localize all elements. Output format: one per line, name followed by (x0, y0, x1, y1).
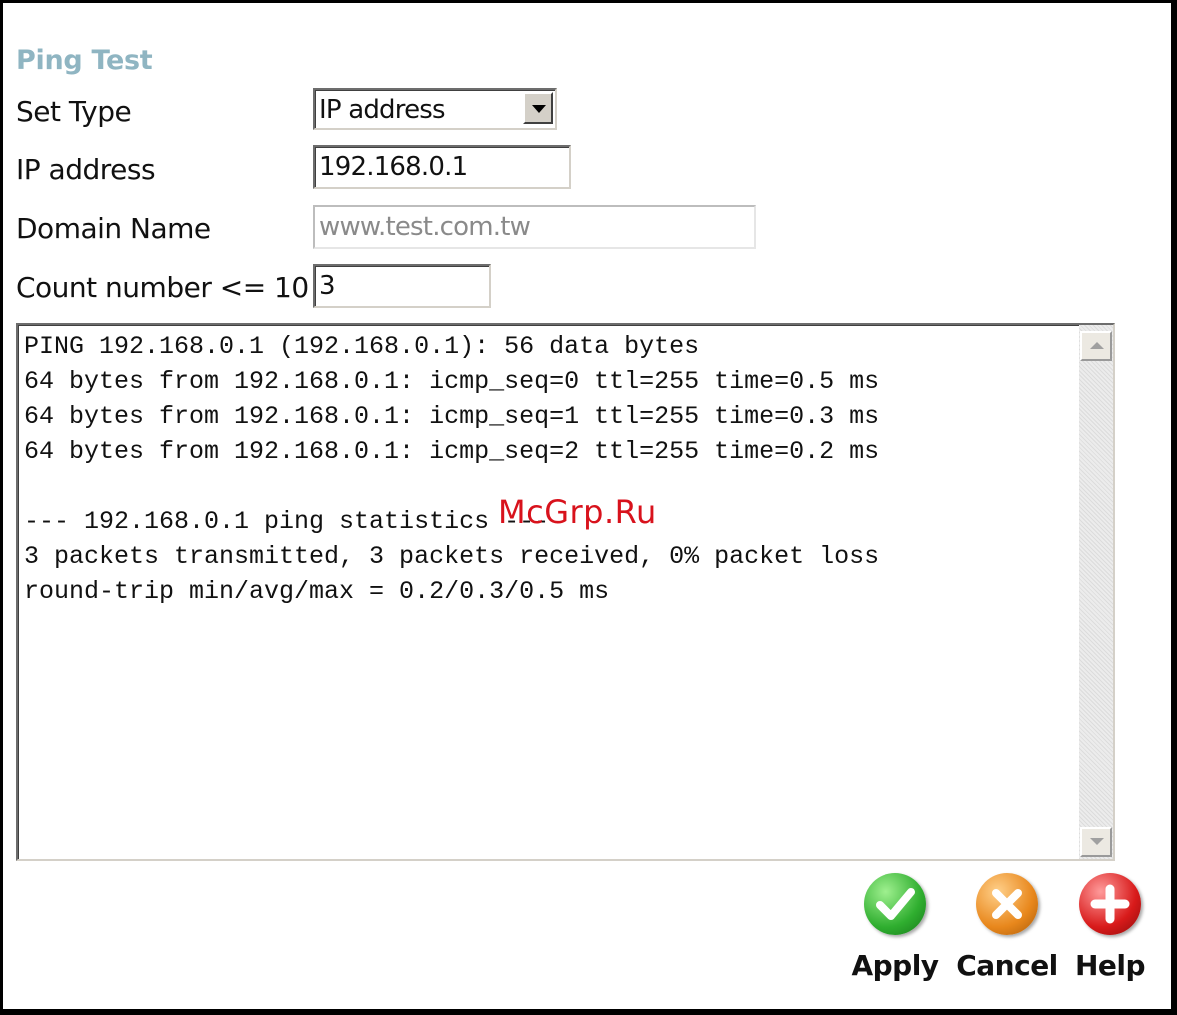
domain-name-label: Domain Name (16, 212, 211, 245)
set-type-label: Set Type (16, 95, 132, 128)
page-title: Ping Test (16, 45, 153, 76)
set-type-select[interactable]: IP address (313, 88, 557, 130)
scroll-up-icon[interactable] (1080, 331, 1112, 361)
help-button[interactable]: Help (1055, 873, 1165, 982)
ping-output-textarea[interactable]: PING 192.168.0.1 (192.168.0.1): 56 data … (16, 323, 1115, 861)
checkmark-icon[interactable] (864, 873, 926, 935)
ping-output-text: PING 192.168.0.1 (192.168.0.1): 56 data … (24, 332, 880, 606)
vertical-scrollbar[interactable] (1079, 325, 1113, 859)
dropdown-arrow-icon[interactable] (523, 92, 553, 124)
apply-label: Apply (851, 949, 939, 982)
watermark: McGrp.Ru (498, 493, 657, 531)
help-label: Help (1074, 949, 1146, 982)
cancel-label: Cancel (956, 949, 1058, 982)
ping-test-panel: Ping Test Set Type IP address IP address… (3, 3, 1171, 1009)
x-icon[interactable] (976, 873, 1038, 935)
domain-name-input[interactable]: www.test.com.tw (313, 205, 756, 249)
ip-address-input[interactable]: 192.168.0.1 (313, 145, 571, 189)
count-number-input[interactable]: 3 (313, 264, 491, 308)
cancel-button[interactable]: Cancel (952, 873, 1062, 982)
set-type-value: IP address (319, 95, 446, 125)
plus-icon[interactable] (1079, 873, 1141, 935)
apply-button[interactable]: Apply (840, 873, 950, 982)
scroll-down-icon[interactable] (1080, 827, 1112, 857)
ip-address-label: IP address (16, 153, 156, 186)
count-number-label: Count number <= 10 (16, 271, 309, 304)
